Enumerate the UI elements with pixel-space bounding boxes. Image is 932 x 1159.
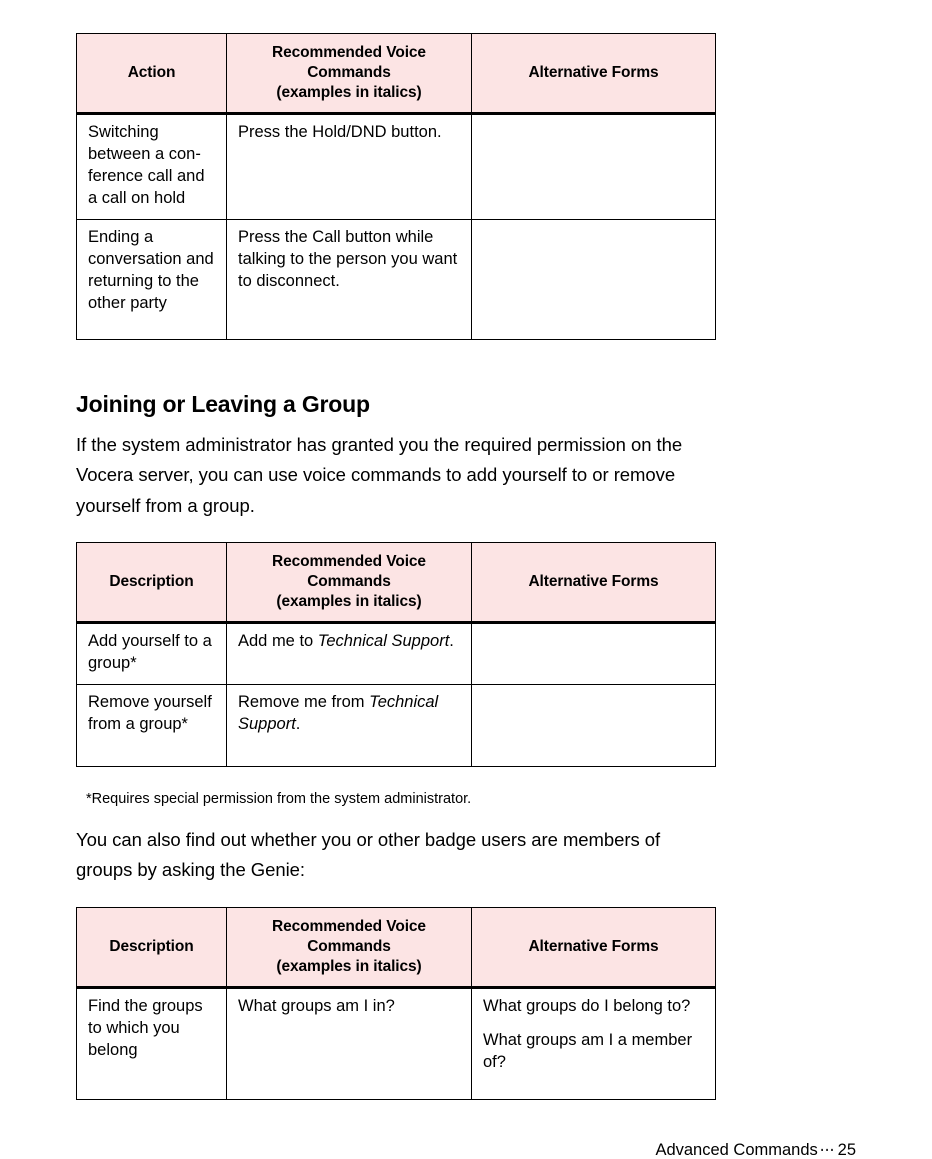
cell-description: Add yourself to a group* — [76, 622, 227, 686]
command-prefix: Remove me from — [238, 693, 370, 712]
command-suffix: . — [449, 632, 454, 651]
header-line-1: Recommended Voice — [272, 553, 426, 570]
cell-alternatives — [471, 684, 716, 768]
column-header-recommended-voice-commands: Recommended Voice Commands (examples in … — [226, 541, 472, 625]
footer-separator-dots: ⋯ — [819, 1141, 836, 1159]
table-header-row: Description Recommended Voice Commands (… — [76, 541, 716, 625]
table-header-row: Description Recommended Voice Commands (… — [76, 906, 716, 990]
column-header-alternative-forms: Alternative Forms — [471, 32, 716, 116]
cell-description: Remove yourself from a group* — [76, 684, 227, 768]
command-suffix: . — [295, 715, 301, 734]
table-row: Find the groups to which you belong What… — [76, 987, 716, 1101]
table-row: Ending a conversation and returning to t… — [76, 219, 716, 341]
manual-page: Action Recommended Voice Commands (examp… — [0, 0, 932, 1159]
cell-command: Remove me from Technical Support. — [226, 684, 472, 768]
table-header-row: Action Recommended Voice Commands (examp… — [76, 32, 716, 116]
column-header-recommended-voice-commands: Recommended Voice Commands (examples in … — [226, 32, 472, 116]
page-footer: Advanced Commands ⋯ 25 — [655, 1140, 856, 1159]
header-line-1: Recommended Voice — [272, 918, 426, 935]
header-line-2: Commands — [307, 63, 391, 81]
column-header-description: Description — [76, 541, 227, 625]
header-line-3: (examples in italics) — [276, 957, 422, 975]
column-header-description: Description — [76, 906, 227, 990]
cell-description: Ending a conversation and returning to t… — [76, 219, 227, 341]
table-group-membership: Description Recommended Voice Commands (… — [76, 541, 716, 768]
cell-alternatives: What groups do I belong to? What groups … — [471, 987, 716, 1101]
cell-description: Find the groups to which you belong — [76, 987, 227, 1101]
cell-command: Add me to Technical Support. — [226, 622, 472, 686]
footer-section-label: Advanced Commands — [655, 1141, 818, 1159]
cell-alternatives — [471, 622, 716, 686]
genie-paragraph: You can also find out whether you or oth… — [76, 829, 661, 881]
cell-command: Press the Call button while talking to t… — [226, 219, 472, 341]
command-example-italic: Technical Support — [317, 632, 450, 651]
table-row: Add yourself to a group* Add me to Techn… — [76, 622, 716, 686]
footnote: *Requires special permission from the sy… — [86, 791, 472, 807]
intro-paragraph: If the system administrator has granted … — [76, 434, 683, 516]
cell-command: Press the Hold/DND button. — [226, 113, 472, 221]
header-line-3: (examples in italics) — [276, 83, 422, 101]
table-row: Switching between a con-ference call and… — [76, 113, 716, 221]
cell-alternatives — [471, 219, 716, 341]
cell-alternatives — [471, 113, 716, 221]
column-header-alternative-forms: Alternative Forms — [471, 906, 716, 990]
header-line-2: Commands — [307, 937, 391, 955]
alternative-form-2: What groups am I a member of? — [483, 1031, 693, 1072]
table-hold-dnd: Action Recommended Voice Commands (examp… — [76, 32, 716, 341]
header-line-1: Recommended Voice — [272, 44, 426, 61]
cell-description: Switching between a con-ference call and… — [76, 113, 227, 221]
command-prefix: Add me to — [238, 632, 318, 651]
table-row: Remove yourself from a group* Remove me … — [76, 684, 716, 768]
alternative-form-1: What groups do I belong to? — [483, 997, 691, 1016]
table-group-query: Description Recommended Voice Commands (… — [76, 906, 716, 1101]
column-header-alternative-forms: Alternative Forms — [471, 541, 716, 625]
header-line-3: (examples in italics) — [276, 592, 422, 610]
column-header-recommended-voice-commands: Recommended Voice Commands (examples in … — [226, 906, 472, 990]
page-title: Joining or Leaving a Group — [76, 391, 370, 417]
cell-command: What groups am I in? — [226, 987, 472, 1101]
footer-page-number: 25 — [837, 1141, 856, 1159]
column-header-action: Action — [76, 32, 227, 116]
header-line-2: Commands — [307, 572, 391, 590]
